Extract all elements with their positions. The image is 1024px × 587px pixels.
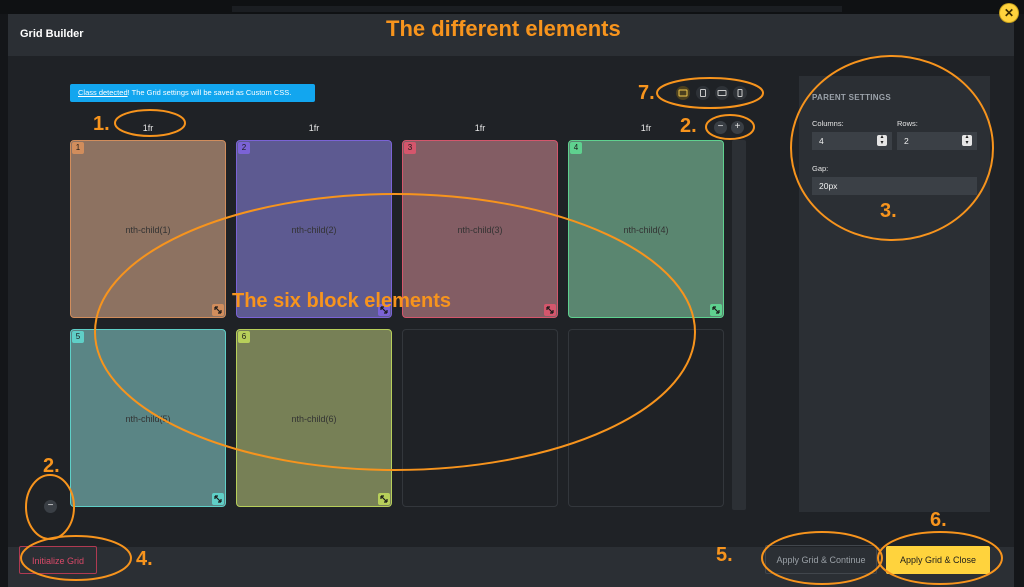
tablet-landscape-icon[interactable] [715,86,729,100]
cell-selector-label: nth-child(5) [125,414,171,424]
rows-input[interactable]: 2 ▴ ▾ [897,132,977,150]
annotation-number-1: 1. [93,113,110,135]
initialize-grid-button[interactable]: Initialize Grid [19,546,97,574]
class-detected-link[interactable]: Class detected [78,88,128,97]
top-strip-bar [232,6,842,12]
cell-number-badge: 3 [404,142,416,154]
mobile-icon[interactable] [733,86,747,100]
gap-input[interactable]: 20px [812,177,977,195]
annotation-number-2: 2. [43,455,60,477]
grid-block-cell[interactable]: 1 nth-child(1) [70,140,226,318]
rows-label: Rows: [897,119,918,128]
parent-settings-panel: PARENT SETTINGS Columns: 4 ▴ ▾ Rows: 2 ▴ ▾ G… [799,76,990,512]
columns-label: Columns: [812,119,844,128]
annotation-number-2: 2. [680,115,697,137]
rows-stepper-icon[interactable]: ▴ ▾ [962,134,972,146]
css-notice-banner: Class detected! The Grid settings will b… [70,84,315,102]
close-icon[interactable]: ✕ [1000,4,1018,22]
apply-grid-continue-button[interactable]: Apply Grid & Continue [765,545,877,574]
annotation-number-6: 6. [930,509,947,531]
add-column-button[interactable]: + [731,121,744,134]
annotation-blocks: The six block elements [232,290,451,312]
annotation-number-3: 3. [880,200,897,222]
cell-selector-label: nth-child(1) [125,225,171,235]
columns-input[interactable]: 4 ▴ ▾ [812,132,892,150]
cell-number-badge: 5 [72,331,84,343]
grid-block-cell[interactable]: 6 nth-child(6) [236,329,392,507]
cell-selector-label: nth-child(3) [457,225,503,235]
resize-handle-icon[interactable] [212,304,224,316]
annotation-number-7: 7. [638,82,655,104]
grid-block-cell[interactable]: 5 nth-child(5) [70,329,226,507]
remove-column-button[interactable]: − [714,121,727,134]
empty-grid-cell[interactable] [568,329,724,507]
resize-handle-icon[interactable] [710,304,722,316]
cell-selector-label: nth-child(2) [291,225,337,235]
annotation-number-5: 5. [716,544,733,566]
gap-value: 20px [819,181,838,191]
remove-row-button[interactable]: − [44,500,57,513]
cell-number-badge: 2 [238,142,250,154]
gap-label: Gap: [812,164,829,173]
desktop-icon[interactable] [676,86,690,100]
cell-selector-label: nth-child(6) [291,414,337,424]
annotation-number-4: 4. [136,548,153,570]
tablet-portrait-icon[interactable] [696,86,710,100]
rows-value: 2 [904,136,909,146]
cell-number-badge: 1 [72,142,84,154]
column-size-label[interactable]: 1fr [402,123,558,133]
cell-number-badge: 6 [238,331,250,343]
resize-handle-icon[interactable] [212,493,224,505]
modal-title: Grid Builder [20,28,84,40]
browser-top-strip [0,0,1024,14]
grid-block-cell[interactable]: 4 nth-child(4) [568,140,724,318]
resize-handle-icon[interactable] [544,304,556,316]
column-size-label[interactable]: 1fr [236,123,392,133]
notice-text: ! The Grid settings will be saved as Cus… [127,88,292,97]
cell-selector-label: nth-child(4) [623,225,669,235]
columns-stepper-icon[interactable]: ▴ ▾ [877,134,887,146]
apply-grid-close-button[interactable]: Apply Grid & Close [886,546,990,574]
empty-grid-cell[interactable] [402,329,558,507]
column-size-label[interactable]: 1fr [568,123,724,133]
parent-settings-heading: PARENT SETTINGS [812,93,892,102]
annotation-title: The different elements [386,16,621,41]
row-resize-track[interactable] [732,140,746,510]
cell-number-badge: 4 [570,142,582,154]
resize-handle-icon[interactable] [378,493,390,505]
columns-value: 4 [819,136,824,146]
